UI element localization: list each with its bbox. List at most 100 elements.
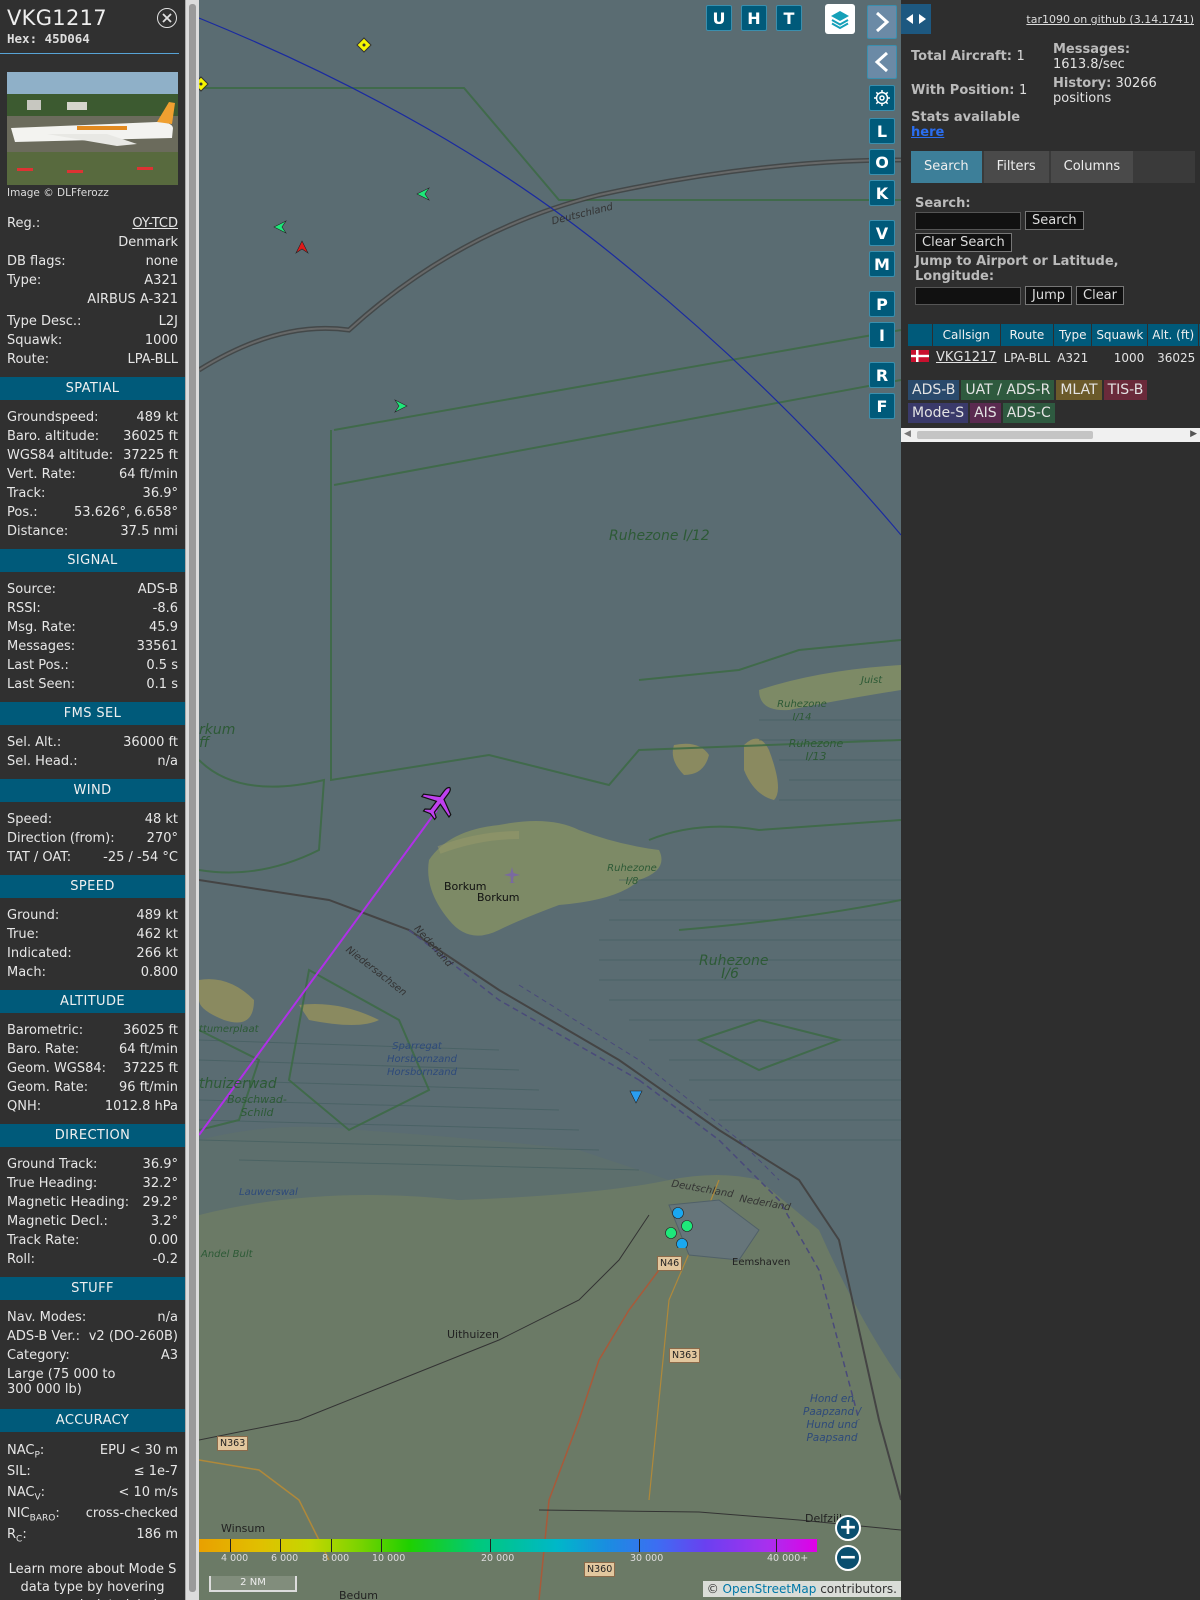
map-label-ruhezone-i13: Ruhezone I/13 — [788, 737, 844, 763]
cell-callsign[interactable]: VKG1217 — [933, 347, 1000, 368]
map-button-m[interactable]: M — [869, 251, 895, 277]
col-squawk[interactable]: Squawk — [1092, 324, 1148, 346]
info-row: RSSI: -8.6 — [0, 599, 185, 618]
table-row[interactable]: VKG1217 LPA-BLL A321 1000 36025 — [908, 347, 1200, 368]
clear-search-button[interactable]: Clear Search — [915, 233, 1012, 252]
col-altitude[interactable]: Alt. (ft) — [1148, 324, 1199, 346]
search-input[interactable] — [915, 211, 1021, 230]
section-header-signal: SIGNAL — [0, 549, 185, 572]
accuracy-label: NAC — [7, 1485, 35, 1500]
info-value: 36.9° — [142, 486, 178, 501]
stuff-rows: Nav. Modes: n/a ADS-B Ver.: v2 (DO-260B) Cat… — [0, 1308, 185, 1365]
accuracy-label: NAC — [7, 1443, 35, 1458]
search-button[interactable]: Search — [1025, 211, 1084, 230]
chevron-right-icon[interactable] — [867, 5, 897, 39]
info-label: Speed: — [7, 812, 53, 827]
col-type[interactable]: Type — [1054, 324, 1092, 346]
aircraft-marker-green-2[interactable] — [273, 220, 287, 234]
tab-search[interactable]: Search — [911, 151, 982, 183]
layers-icon[interactable] — [825, 4, 855, 34]
aircraft-marker-green-3[interactable] — [394, 399, 408, 413]
airport-icon — [504, 867, 520, 883]
tab-filters[interactable]: Filters — [983, 151, 1049, 183]
github-link[interactable]: tar1090 on github (3.14.1741) — [1026, 13, 1194, 26]
info-value: 48 kt — [144, 812, 178, 827]
map-button-u[interactable]: U — [706, 5, 732, 31]
accuracy-label-sub: V — [34, 1492, 41, 1503]
info-value: ≤ 1e-7 — [133, 1464, 178, 1479]
chevron-left-icon[interactable] — [867, 45, 897, 79]
close-icon[interactable] — [157, 8, 177, 28]
map-attribution: © OpenStreetMap contributors. — [702, 1581, 901, 1597]
map-button-l[interactable]: L — [869, 118, 895, 144]
info-label: NICBARO: — [7, 1506, 60, 1524]
map-button-k[interactable]: K — [869, 180, 895, 206]
col-route[interactable]: Route — [1000, 324, 1054, 346]
stats-link[interactable]: here — [911, 125, 944, 140]
info-row: Sel. Alt.: 36000 ft — [0, 733, 185, 752]
scrollbar-thumb[interactable] — [917, 431, 1093, 439]
info-row-country: Denmark — [0, 233, 185, 252]
map-view[interactable]: Ruhezone I/12 Ruhezone I/14 Ruhezone I/1… — [199, 0, 901, 1600]
registration-link[interactable]: OY-TCD — [132, 214, 178, 233]
map-button-h[interactable]: H — [741, 5, 767, 31]
map-button-p[interactable]: P — [869, 291, 895, 317]
info-row: Magnetic Decl.: 3.2° — [0, 1212, 185, 1231]
expand-collapse-icon[interactable] — [901, 4, 931, 34]
info-row: Roll: -0.2 — [0, 1250, 185, 1269]
info-label: Squawk: — [7, 333, 63, 348]
info-sections: SPATIAL Groundspeed: 489 kt Baro. altitude:… — [0, 377, 185, 1269]
map-button-v[interactable]: V — [869, 220, 895, 246]
gear-icon[interactable] — [869, 85, 895, 111]
scroll-right-icon[interactable]: ▶ — [1190, 429, 1197, 439]
table-horizontal-scrollbar[interactable]: ◀ ▶ — [901, 428, 1200, 442]
info-value: 489 kt — [136, 908, 178, 923]
aircraft-marker-diamond[interactable] — [356, 37, 372, 53]
info-value: Denmark — [118, 235, 178, 250]
info-label: Ground: — [7, 908, 60, 923]
scroll-left-icon[interactable]: ◀ — [904, 429, 911, 439]
aircraft-marker-red[interactable] — [295, 240, 309, 254]
info-value: 53.626°, 6.658° — [74, 505, 178, 520]
map-label-bedum: Bedum — [339, 1589, 378, 1600]
selected-aircraft-icon[interactable] — [419, 782, 459, 822]
info-value: 37225 ft — [123, 448, 178, 463]
source-tag: AIS — [970, 403, 1001, 423]
map-label-lauwerswal: Lauwerswal — [239, 1187, 298, 1198]
cell-type: A321 — [1054, 347, 1092, 368]
map-button-o[interactable]: O — [869, 149, 895, 175]
aircraft-photo[interactable] — [7, 72, 178, 185]
zoom-out-button[interactable]: − — [835, 1545, 861, 1571]
info-value: 0.800 — [140, 965, 178, 980]
map-button-r[interactable]: R — [869, 362, 895, 388]
jump-button[interactable]: Jump — [1025, 286, 1072, 305]
altitude-tick-mark — [230, 1539, 231, 1552]
aircraft-marker-diamond-edge[interactable] — [199, 76, 209, 92]
jump-input[interactable] — [915, 286, 1021, 305]
map-button-t[interactable]: T — [776, 5, 802, 31]
table-header-row: Callsign Route Type Squawk Alt. (ft) S — [908, 324, 1200, 346]
info-value: ADS-B — [137, 582, 178, 597]
col-callsign[interactable]: Callsign — [933, 324, 1000, 346]
total-aircraft-label: Total Aircraft: — [911, 49, 1012, 64]
source-tag: Mode-S — [908, 403, 969, 423]
info-label: Last Seen: — [7, 677, 76, 692]
aircraft-marker-blue[interactable] — [629, 1090, 643, 1104]
info-panel-scrollbar[interactable] — [185, 0, 199, 1600]
clear-jump-button[interactable]: Clear — [1076, 286, 1124, 305]
zoom-in-button[interactable]: + — [835, 1515, 861, 1541]
road-label-n363a: N363 — [217, 1436, 249, 1451]
info-label: Geom. WGS84: — [7, 1061, 107, 1076]
info-row: Track: 36.9° — [0, 484, 185, 503]
map-button-i[interactable]: I — [869, 322, 895, 348]
osm-link[interactable]: OpenStreetMap — [723, 1582, 817, 1596]
scrollbar-thumb[interactable] — [189, 4, 196, 1592]
map-button-f[interactable]: F — [869, 393, 895, 419]
section-header-fms-sel: FMS SEL — [0, 702, 185, 725]
tab-columns[interactable]: Columns — [1050, 151, 1134, 183]
aircraft-marker-green-1[interactable] — [416, 187, 430, 201]
info-row: Groundspeed: 489 kt — [0, 408, 185, 427]
info-value: 266 kt — [136, 946, 178, 961]
ground-vehicle-markers[interactable] — [664, 1200, 706, 1248]
map-label-hond-en-paapsand: Hond en Paapzand / Hund und Paapsand — [802, 1393, 861, 1444]
